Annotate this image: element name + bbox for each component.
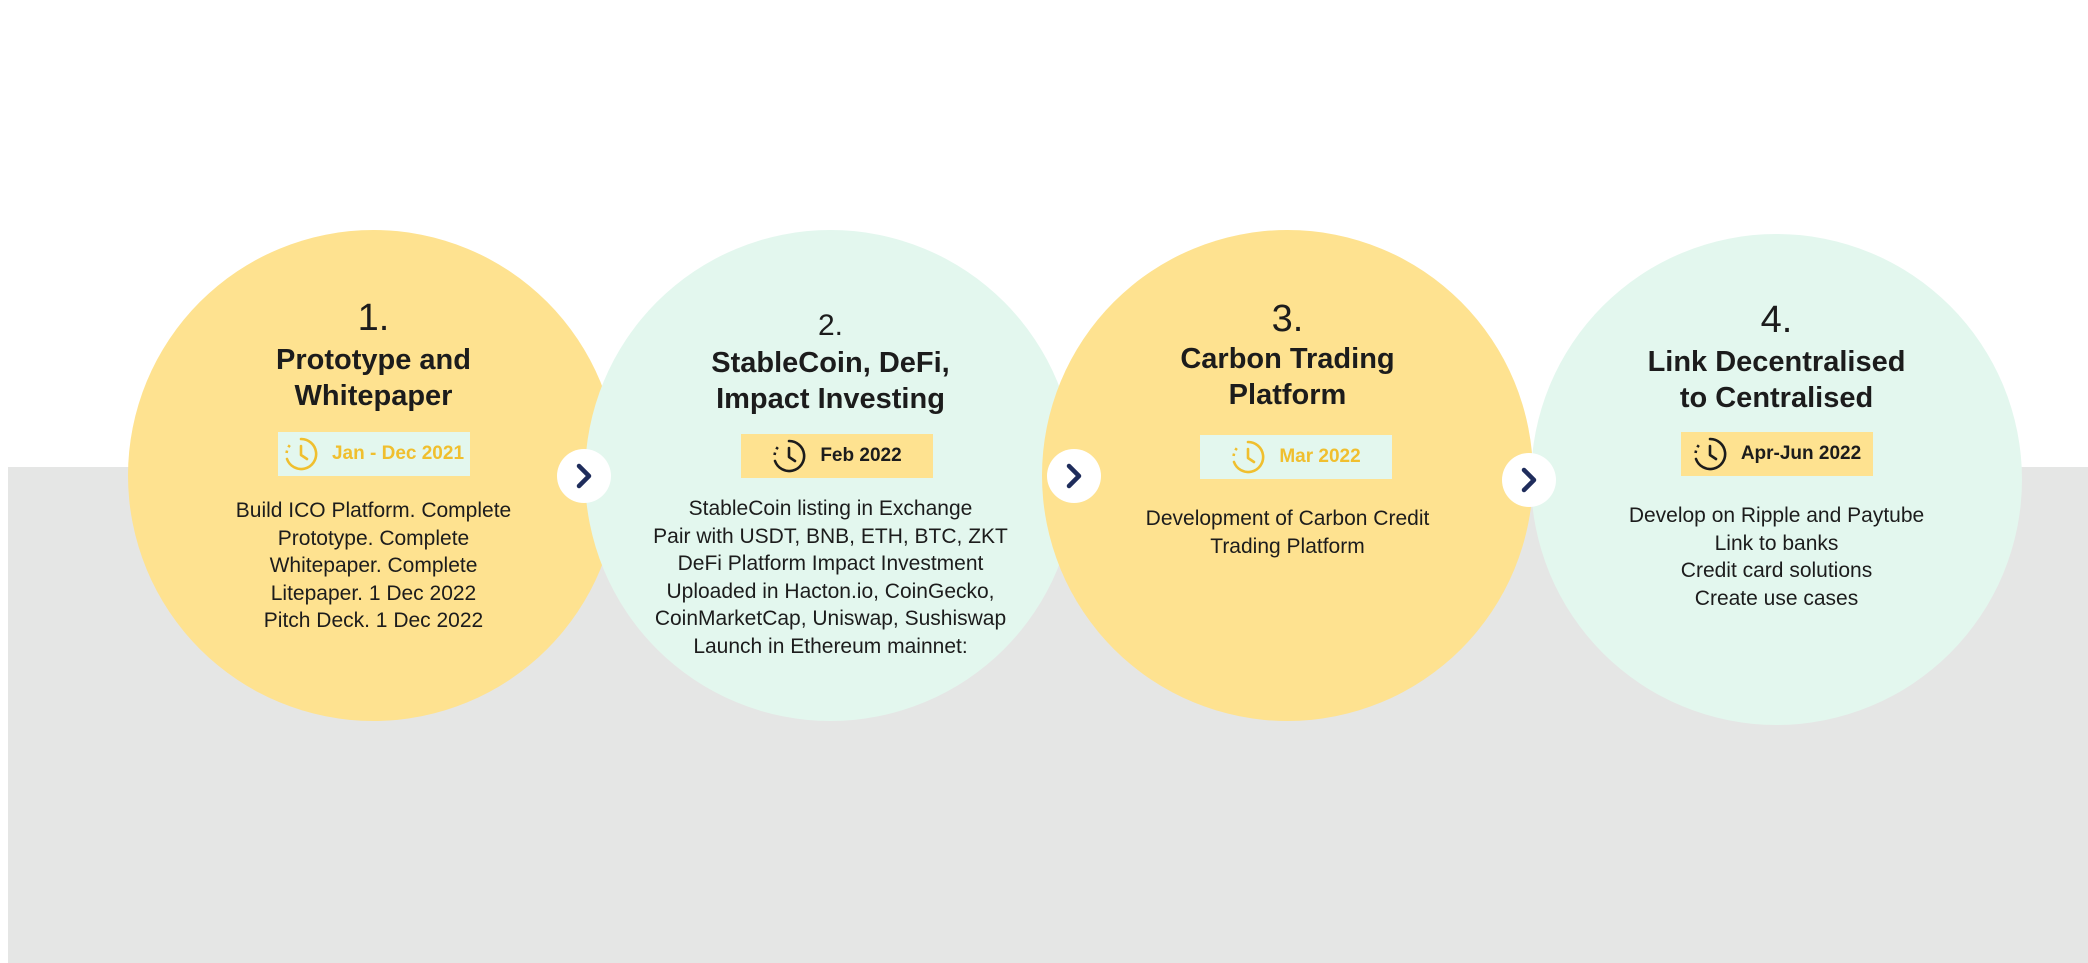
description-line: Prototype. Complete [277, 526, 470, 550]
step-title: Link Decentralised to Centralised [1571, 344, 1982, 416]
description-line: Pair with USDT, BNB, ETH, BTC, ZKT [653, 524, 1008, 548]
description-line: Develop on Ripple and Paytube [1628, 504, 1925, 527]
date-badge: Jan - Dec 2021 [278, 432, 470, 476]
next-step-button-3[interactable] [1502, 453, 1556, 507]
date-label: Jan - Dec 2021 [331, 443, 465, 464]
step-title-line: StableCoin, DeFi, [711, 347, 950, 379]
next-step-button-1[interactable] [557, 449, 611, 503]
date-label: Feb 2022 [820, 445, 902, 466]
chevron-right-icon [1066, 463, 1082, 489]
step-title: Carbon Trading Platform [1082, 341, 1493, 413]
date-badge: Apr-Jun 2022 [1681, 432, 1873, 476]
clock-icon [1232, 440, 1265, 474]
description-line: Pitch Deck. 1 Dec 2022 [263, 609, 484, 632]
step-number: 3. [1271, 298, 1304, 340]
date-badge: Feb 2022 [741, 434, 933, 478]
step-title: StableCoin, DeFi, Impact Investing [625, 345, 1036, 417]
step-title-line: Link Decentralised [1647, 346, 1906, 378]
description-line: StableCoin listing in Exchange [688, 497, 973, 520]
step-number: 4. [1760, 299, 1793, 341]
clock-icon [773, 439, 806, 473]
next-step-button-2[interactable] [1047, 449, 1101, 503]
step-title-line: to Centralised [1679, 382, 1874, 414]
description-line: Trading Platform [1210, 534, 1365, 558]
date-label: Mar 2022 [1279, 446, 1361, 467]
description-line: DeFi Platform Impact Investment [677, 552, 984, 575]
description-line: CoinMarketCap, Uniswap, Sushiswap [654, 607, 1007, 630]
step-title-line: Platform [1228, 379, 1347, 411]
step-description: Build ICO Platform. Complete Prototype. … [168, 497, 579, 635]
step-description: Develop on Ripple and Paytube Link to ba… [1571, 502, 1982, 612]
step-title-line: Prototype and [276, 344, 471, 376]
description-line: Create use cases [1694, 586, 1859, 610]
description-line: Credit card solutions [1680, 559, 1873, 582]
step-description: Development of Carbon Credit Trading Pla… [1082, 505, 1493, 560]
step-2-circle: 2. StableCoin, DeFi, Impact Investing Fe… [585, 230, 1076, 721]
step-1-circle: 1. Prototype and Whitepaper Jan - Dec 20… [128, 230, 619, 721]
step-3-circle: 3. Carbon Trading Platform Mar 2022 Deve… [1042, 230, 1533, 721]
description-line: Uploaded in Hacton.io, CoinGecko, [666, 579, 995, 603]
description-line: Link to banks [1714, 531, 1839, 555]
clock-icon [1694, 437, 1727, 471]
step-number: 2. [817, 309, 844, 342]
step-number: 1. [357, 297, 390, 339]
clock-icon [285, 437, 318, 471]
description-line: Launch in Ethereum mainnet: [693, 634, 968, 658]
step-title-line: Impact Investing [716, 383, 945, 415]
step-description: StableCoin listing in Exchange Pair with… [625, 495, 1036, 660]
description-line: Build ICO Platform. Complete [235, 499, 512, 522]
step-4-circle: 4. Link Decentralised to Centralised Apr… [1531, 234, 2022, 725]
step-title-line: Carbon Trading [1180, 343, 1395, 375]
step-title: Prototype and Whitepaper [168, 342, 579, 414]
date-badge: Mar 2022 [1200, 435, 1392, 479]
chevron-right-icon [576, 463, 592, 489]
chevron-right-icon [1521, 467, 1537, 493]
description-line: Development of Carbon Credit [1145, 507, 1430, 530]
date-label: Apr-Jun 2022 [1740, 443, 1862, 464]
description-line: Litepaper. 1 Dec 2022 [270, 581, 477, 605]
description-line: Whitepaper. Complete [269, 554, 478, 577]
step-title-line: Whitepaper [294, 380, 453, 412]
